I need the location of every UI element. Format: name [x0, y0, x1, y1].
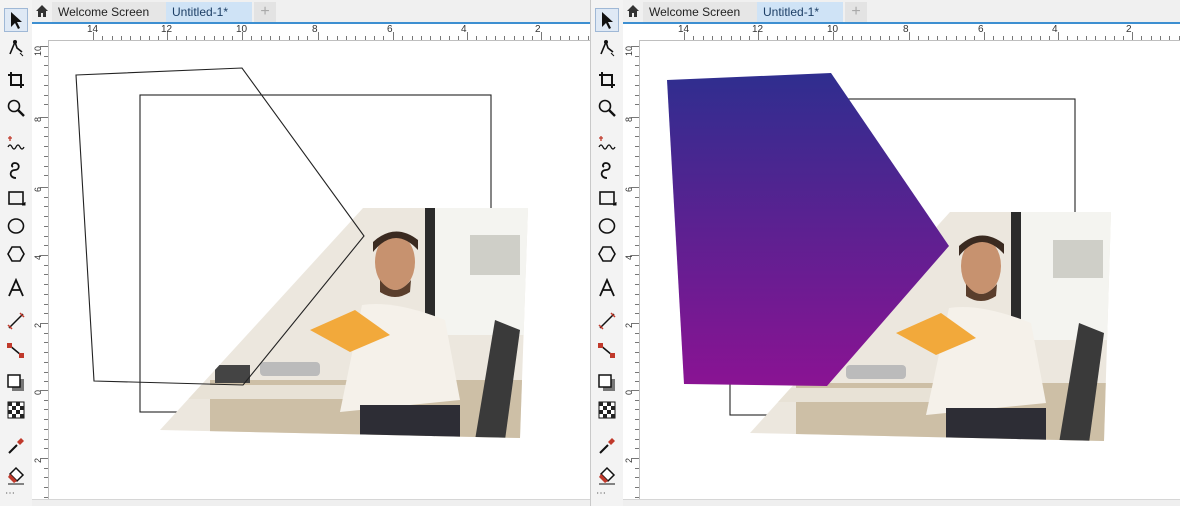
drawing-canvas[interactable] — [0, 0, 590, 506]
editor-window-before: ⋯ Welcome Screen Untitled-1* + ⤡ 1412108… — [0, 0, 590, 506]
drawing-canvas[interactable] — [591, 0, 1180, 506]
horizontal-scrollbar[interactable] — [623, 499, 1180, 506]
photo-image — [160, 208, 528, 438]
editor-window-after: ⋯ Welcome Screen Untitled-1* + ⤡ 1412108… — [591, 0, 1180, 506]
horizontal-scrollbar[interactable] — [32, 499, 590, 506]
